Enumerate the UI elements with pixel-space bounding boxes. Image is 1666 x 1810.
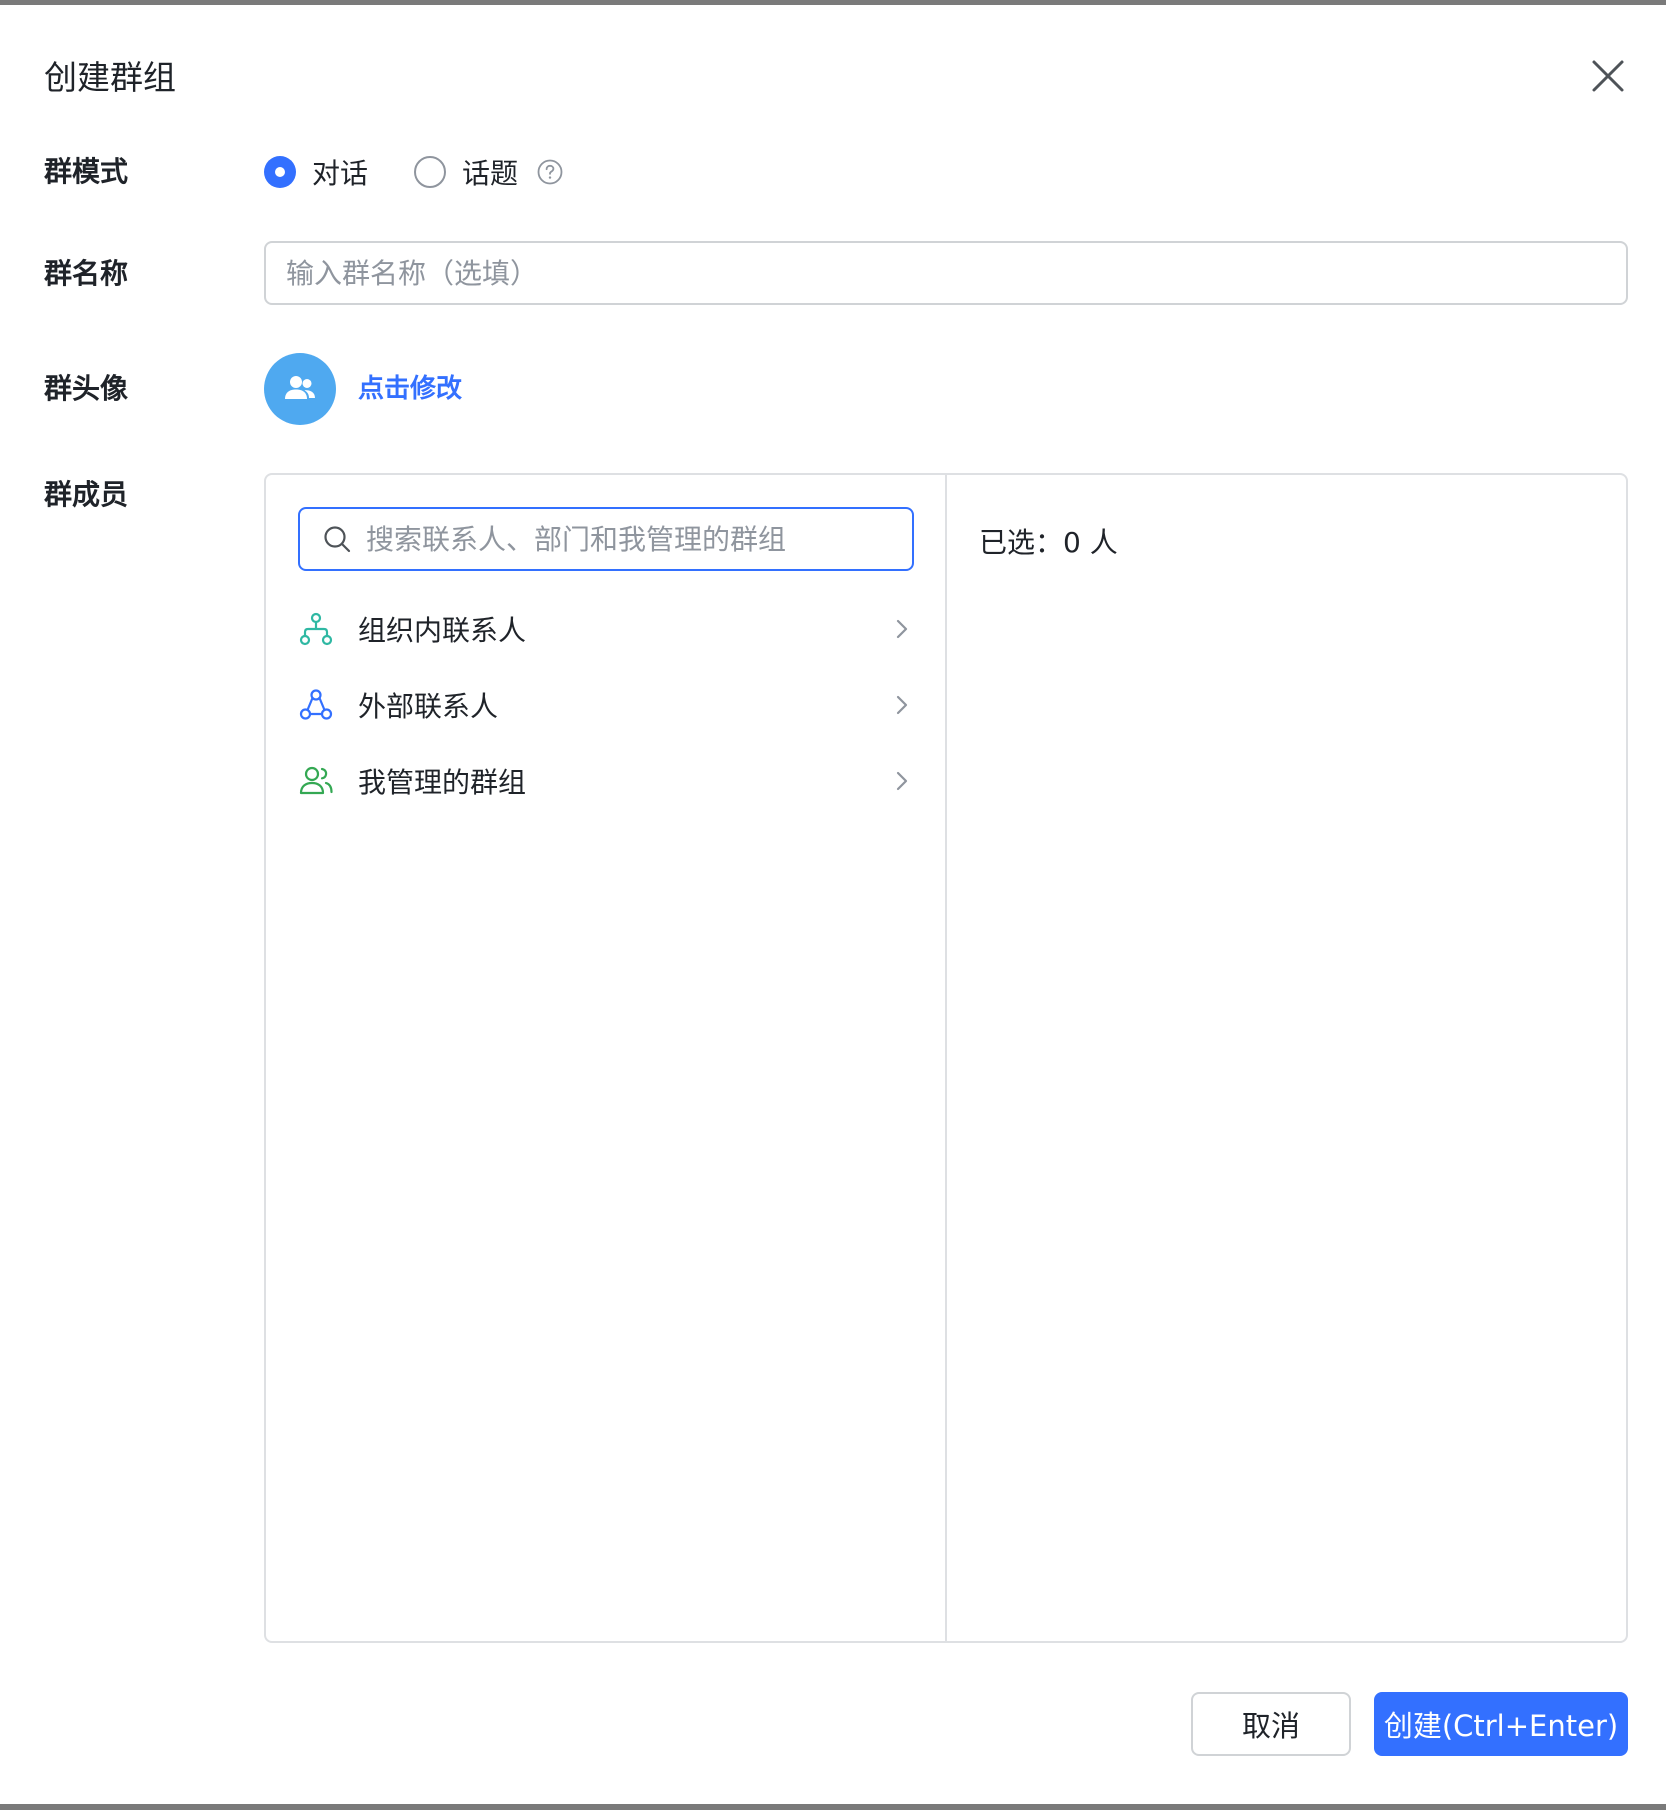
mode-option-chat[interactable]: 对话	[264, 152, 368, 192]
question-circle-icon[interactable]	[536, 158, 564, 186]
chevron-right-icon	[891, 770, 913, 792]
mode-option-topic-label: 话题	[462, 157, 519, 190]
external-contacts-icon	[298, 687, 334, 723]
selected-count: 已选：0 人	[979, 526, 1118, 559]
window-bottom-edge	[0, 1804, 1666, 1810]
source-item-managed-groups-label: 我管理的群组	[358, 766, 527, 799]
search-icon	[322, 524, 352, 554]
change-avatar-link[interactable]: 点击修改	[358, 369, 462, 409]
group-users-icon	[285, 376, 315, 399]
name-label: 群名称	[44, 257, 129, 290]
window-top-edge	[0, 0, 1666, 5]
member-search-input[interactable]	[366, 522, 886, 556]
create-button[interactable]: 创建(Ctrl+Enter)	[1374, 1692, 1628, 1756]
member-source-list: 组织内联系人 外部联系人 我管理的群组	[266, 591, 945, 819]
chevron-right-icon	[891, 694, 913, 716]
member-search-box[interactable]	[298, 507, 914, 571]
mode-option-topic[interactable]: 话题	[414, 152, 518, 192]
radio-unchecked-icon	[414, 156, 447, 188]
group-name-input[interactable]	[264, 241, 1628, 305]
chevron-right-icon	[891, 618, 913, 640]
members-label: 群成员	[44, 478, 129, 511]
dialog-title: 创建群组	[44, 58, 176, 97]
radio-checked-icon	[264, 156, 296, 188]
mode-label: 群模式	[44, 155, 129, 188]
mode-option-chat-label: 对话	[312, 157, 369, 190]
selected-members-pane: 已选：0 人	[947, 475, 1626, 1641]
source-item-external-contacts-label: 外部联系人	[358, 690, 499, 723]
cancel-button[interactable]: 取消	[1191, 1692, 1351, 1756]
org-tree-icon	[298, 611, 334, 647]
source-item-managed-groups[interactable]: 我管理的群组	[266, 743, 945, 819]
close-icon	[1592, 60, 1624, 92]
managed-groups-icon	[298, 763, 334, 799]
source-item-org-contacts[interactable]: 组织内联系人	[266, 591, 945, 667]
mode-radio-group: 对话 话题	[264, 152, 564, 192]
source-item-external-contacts[interactable]: 外部联系人	[266, 667, 945, 743]
group-avatar[interactable]	[264, 353, 336, 425]
avatar-label: 群头像	[44, 372, 129, 405]
close-button[interactable]	[1588, 56, 1628, 96]
source-item-org-contacts-label: 组织内联系人	[358, 614, 527, 647]
member-source-pane: 组织内联系人 外部联系人	[266, 475, 947, 1641]
member-picker: 组织内联系人 外部联系人	[264, 473, 1628, 1643]
